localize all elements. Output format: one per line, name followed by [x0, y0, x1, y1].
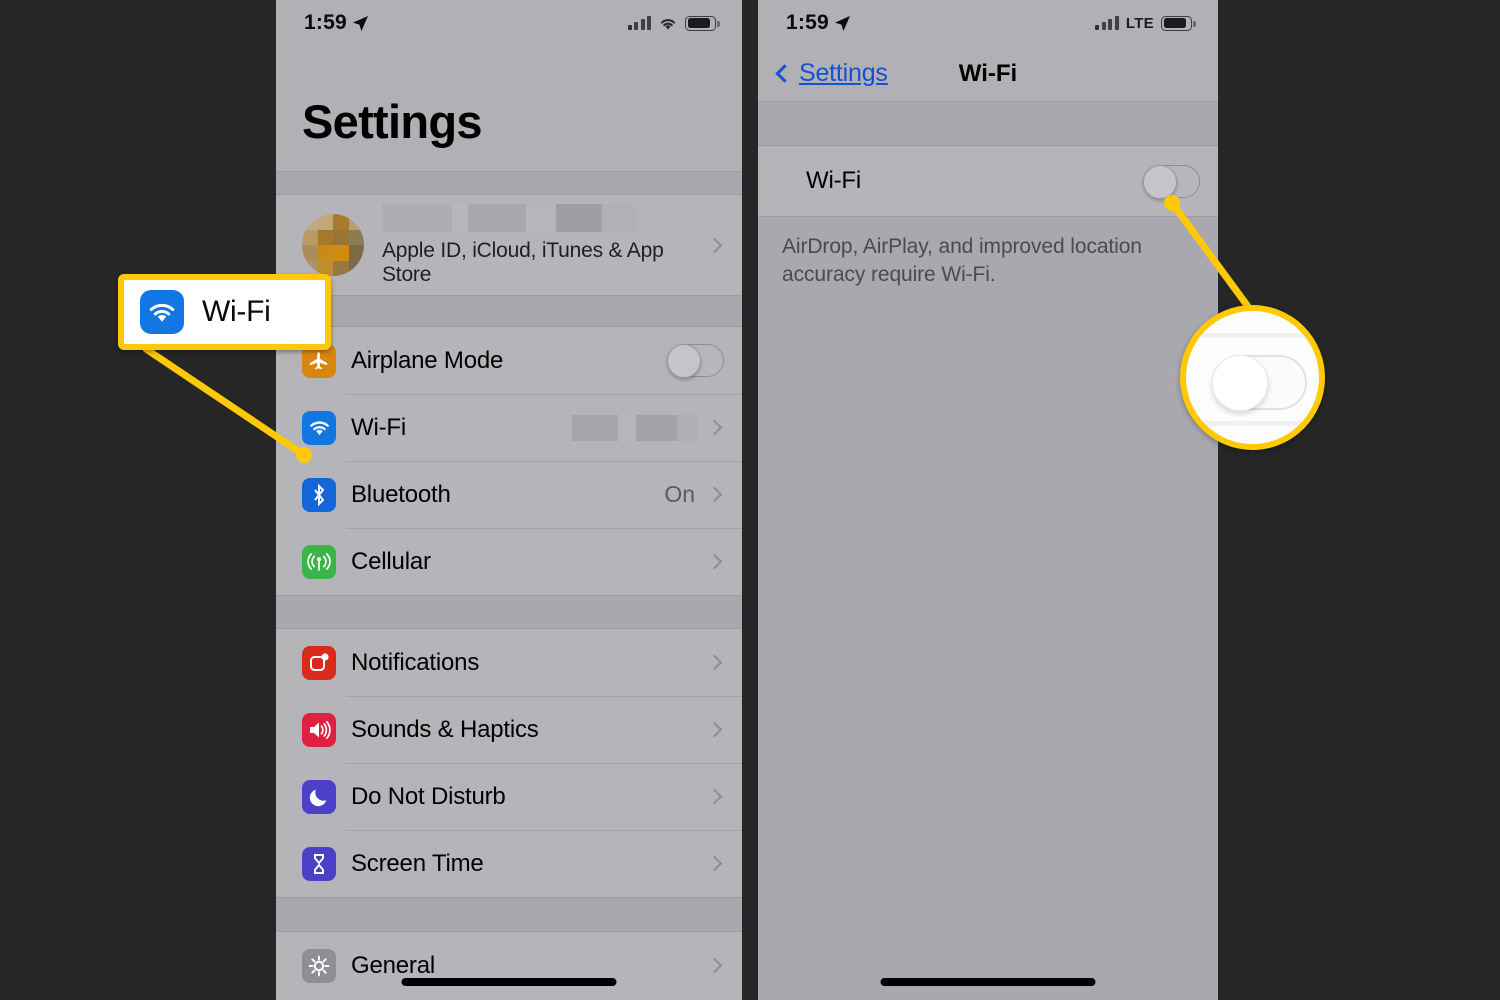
row-sounds-haptics[interactable]: Sounds & Haptics [276, 696, 742, 763]
location-arrow-icon [352, 15, 368, 31]
chevron-right-icon [706, 237, 723, 253]
back-button-label: Settings [799, 59, 888, 87]
account-row[interactable]: Apple ID, iCloud, iTunes & App Store [276, 195, 742, 295]
row-label: Cellular [351, 547, 431, 575]
section-gap [276, 171, 742, 195]
wifi-icon [302, 410, 336, 445]
screenshot-stage: 1:59 Settings Apple ID, iCloud, iTunes &… [0, 0, 1500, 1000]
section-gap [276, 295, 742, 327]
wifi-description: AirDrop, AirPlay, and improved location … [782, 235, 1142, 287]
chevron-right-icon [706, 855, 723, 872]
bluetooth-status: On [664, 481, 695, 507]
wifi-description-area: AirDrop, AirPlay, and improved location … [758, 216, 1218, 1000]
row-wifi-toggle[interactable]: Wi-Fi [758, 146, 1218, 216]
cellular-bars-icon [627, 16, 651, 30]
row-do-not-disturb[interactable]: Do Not Disturb [276, 763, 742, 830]
chevron-right-icon [706, 553, 723, 570]
section-gap [276, 595, 742, 629]
status-bar-time: 1:59 [786, 11, 829, 34]
avatar [302, 214, 364, 276]
home-indicator[interactable] [880, 978, 1096, 986]
row-airplane-mode[interactable]: Airplane Mode [276, 327, 742, 394]
account-text: Apple ID, iCloud, iTunes & App Store [382, 203, 705, 287]
row-general[interactable]: General [276, 932, 742, 999]
magnified-wifi-toggle [1212, 355, 1307, 411]
settings-group-system: General [276, 932, 742, 999]
chevron-left-icon [775, 64, 794, 83]
row-label: Screen Time [351, 849, 484, 877]
location-arrow-icon [834, 15, 850, 31]
annotation-leader-lines [142, 195, 1256, 463]
notifications-icon [302, 645, 336, 680]
row-label: Airplane Mode [351, 346, 504, 374]
battery-icon [685, 15, 720, 31]
gear-icon [302, 948, 336, 983]
bluetooth-icon [302, 477, 336, 512]
status-bar-time-group: 1:59 [304, 11, 369, 35]
section-gap [276, 897, 742, 932]
airplane-mode-toggle[interactable] [667, 344, 724, 378]
row-label: Notifications [351, 648, 480, 676]
cellular-bars-icon [1095, 16, 1119, 30]
wifi-network-redacted [551, 414, 698, 441]
row-notifications[interactable]: Notifications [276, 629, 742, 696]
moon-icon [302, 779, 336, 814]
chevron-right-icon [706, 486, 723, 503]
back-button-settings[interactable]: Settings [775, 59, 888, 88]
sounds-icon [302, 712, 336, 747]
wifi-toggle-group: Wi-Fi [758, 146, 1218, 216]
row-label: Wi-Fi [806, 167, 861, 194]
chevron-right-icon [706, 419, 723, 436]
row-cellular[interactable]: Cellular [276, 528, 742, 595]
iphone-settings-screen: 1:59 Settings Apple ID, iCloud, iTunes &… [276, 0, 742, 1000]
row-label: Do Not Disturb [351, 782, 506, 810]
page-title: Settings [302, 95, 483, 148]
chevron-right-icon [706, 788, 723, 805]
row-label: Bluetooth [351, 480, 451, 508]
wifi-icon [140, 290, 184, 334]
account-subtitle: Apple ID, iCloud, iTunes & App Store [382, 238, 664, 286]
chevron-right-icon [706, 721, 723, 738]
status-bar: 1:59 [276, 0, 742, 46]
row-bluetooth[interactable]: Bluetooth On [276, 461, 742, 528]
status-bar-indicators: LTE [1095, 14, 1196, 32]
wifi-toggle-magnifier [1180, 305, 1325, 450]
network-type-label: LTE [1125, 14, 1154, 32]
row-screen-time[interactable]: Screen Time [276, 830, 742, 897]
wifi-callout: Wi-Fi [118, 274, 331, 350]
row-label: Sounds & Haptics [351, 715, 539, 743]
hourglass-icon [302, 846, 336, 881]
status-bar-time-group: 1:59 [786, 11, 851, 35]
cellular-antenna-icon [302, 544, 336, 579]
chevron-right-icon [706, 957, 723, 974]
iphone-wifi-screen: 1:59 LTE Settings Wi-Fi Wi-Fi AirDrop, A… [758, 0, 1218, 1000]
nav-bar: Settings Wi-Fi [758, 46, 1218, 102]
wifi-icon [660, 18, 676, 30]
wifi-toggle[interactable] [1143, 164, 1200, 199]
row-wifi[interactable]: Wi-Fi [276, 394, 742, 461]
row-label: General [351, 951, 435, 979]
battery-icon [1161, 15, 1196, 31]
status-bar-time: 1:59 [304, 11, 347, 34]
account-name-redacted [382, 203, 705, 232]
home-indicator[interactable] [401, 978, 617, 986]
settings-group-alerts: Notifications Sounds & Haptics Do Not Di… [276, 629, 742, 897]
section-gap [758, 102, 1218, 146]
settings-group-connectivity: Airplane Mode Wi-Fi Bluetooth On Cellula… [276, 327, 742, 595]
status-bar: 1:59 LTE [758, 0, 1218, 46]
callout-label: Wi-Fi [202, 295, 271, 328]
row-label: Wi-Fi [351, 413, 406, 441]
account-group: Apple ID, iCloud, iTunes & App Store [276, 195, 742, 295]
status-bar-indicators [627, 15, 720, 31]
chevron-right-icon [706, 654, 723, 671]
